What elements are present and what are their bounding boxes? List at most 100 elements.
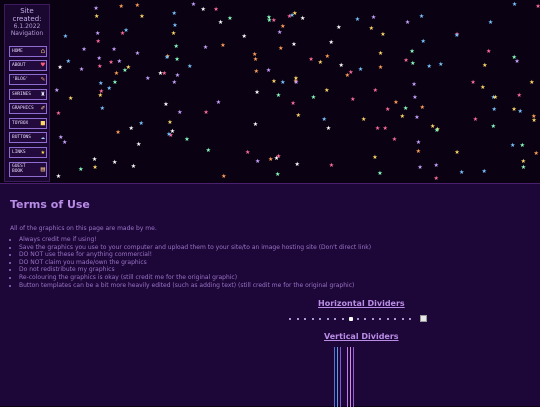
nav-button-blog[interactable]: 'BLOG' ✎ [9, 74, 47, 85]
star-decoration: ★ [492, 94, 498, 102]
nav-button-guestbook[interactable]: GUEST BOOK ▤ [9, 162, 47, 177]
star-decoration: ★ [399, 113, 405, 121]
divider-dot [319, 318, 321, 320]
star-decoration: ★ [169, 128, 176, 136]
star-decoration: ★ [338, 61, 344, 69]
star-decoration: ★ [170, 30, 177, 38]
nav-button-label: 'BLOG' [12, 77, 29, 82]
star-decoration: ★ [268, 156, 274, 164]
star-decoration: ★ [535, 3, 540, 11]
star-decoration: ★ [190, 1, 197, 8]
star-decoration: ★ [517, 108, 523, 116]
star-decoration: ★ [78, 65, 85, 73]
star-decoration: ★ [205, 146, 212, 154]
site-label: Site [20, 7, 34, 15]
nav-button-label: HOME [12, 49, 23, 54]
star-decoration: ★ [295, 112, 301, 120]
star-decoration: ★ [516, 91, 522, 99]
nav-button-label: BUTTONS [12, 135, 31, 140]
divider-dot [349, 317, 353, 321]
star-decoration: ★ [472, 116, 479, 124]
star-decoration: ★ [174, 71, 181, 79]
star-decoration: ★ [382, 125, 388, 133]
nav-button-about[interactable]: ABOUT ♥ [9, 60, 47, 71]
star-decoration: ★ [98, 88, 105, 96]
star-decoration: ★ [145, 74, 151, 82]
nav-button-label: TOYBOX [12, 121, 29, 126]
house-icon: ⌂ [40, 47, 45, 55]
nav-button-label: ABOUT [12, 63, 26, 68]
star-decoration: ★ [380, 30, 386, 38]
rule-item: Do not redistribute my graphics [19, 266, 371, 274]
nav-button-shrines[interactable]: SHRINES ♜ [9, 89, 47, 100]
star-decoration: ★ [184, 135, 190, 143]
star-decoration: ★ [245, 149, 251, 156]
star-decoration: ★ [54, 86, 60, 94]
star-decoration: ★ [368, 24, 375, 32]
broken-image-icon [420, 315, 427, 322]
pencil-icon: ✎ [40, 75, 45, 83]
nav-button-graphics[interactable]: GRAPHICS ✐ [9, 103, 47, 114]
nav-button-buttons[interactable]: BUTTONS ☁ [9, 132, 47, 143]
starfield-banner: ★ ★ ★ ★ ★ ★ ★ ★ ★ ★ ★ ★ ★ ★ ★ ★ ★ ★ ★ ★ ★ ★ ★ ★ ★ ★ ★ ★ ★ ★ ★ ★ ★ ★ ★ ★ ★ ★ ★ ★… [0, 0, 540, 183]
star-decoration: ★ [130, 162, 137, 170]
star-decoration: ★ [161, 69, 167, 77]
star-decoration: ★ [410, 60, 416, 68]
star-decoration: ★ [112, 79, 118, 87]
star-decoration: ★ [529, 79, 535, 87]
star-decoration: ★ [174, 55, 180, 63]
star-decoration: ★ [370, 14, 377, 22]
horizontal-dividers-heading[interactable]: Horizontal Dividers [318, 299, 405, 308]
nav-button-toybox[interactable]: TOYBOX ■ [9, 118, 47, 129]
divider-dot [364, 318, 366, 320]
star-decoration: ★ [290, 99, 296, 107]
star-decoration: ★ [433, 175, 439, 183]
vertical-divider-line [353, 347, 354, 407]
divider-dot [326, 318, 329, 320]
star-decoration: ★ [328, 38, 334, 46]
vertical-divider-line [350, 347, 351, 407]
star-decoration: ★ [92, 164, 98, 172]
star-decoration: ★ [113, 69, 120, 77]
star-decoration: ★ [454, 32, 460, 40]
star-decoration: ★ [55, 173, 62, 181]
star-decoration: ★ [123, 26, 129, 34]
star-decoration: ★ [357, 66, 364, 74]
star-decoration: ★ [415, 138, 422, 146]
star-decoration: ★ [402, 104, 409, 112]
star-decoration: ★ [252, 55, 259, 63]
star-decoration: ★ [377, 63, 384, 71]
star-decoration: ★ [531, 116, 537, 124]
star-decoration: ★ [81, 46, 87, 54]
star-decoration: ★ [520, 158, 527, 166]
star-decoration: ★ [411, 81, 417, 89]
nav-button-links[interactable]: LINKS ★ [9, 147, 47, 158]
star-decoration: ★ [377, 170, 383, 178]
star-decoration: ★ [108, 58, 114, 66]
nav-button-label: SHRINES [12, 92, 31, 97]
star-decoration: ★ [271, 78, 277, 86]
vertical-divider-line [340, 347, 341, 407]
star-decoration: ★ [62, 33, 69, 41]
star-decoration: ★ [491, 106, 497, 114]
star-decoration: ★ [325, 125, 332, 133]
horizontal-divider-graphic [289, 316, 419, 322]
star-decoration: ★ [372, 87, 378, 95]
star-decoration: ★ [324, 52, 330, 60]
vertical-divider-line [334, 347, 335, 407]
star-decoration: ★ [203, 109, 209, 117]
star-decoration: ★ [118, 3, 124, 11]
vertical-dividers-heading[interactable]: Vertical Dividers [324, 332, 399, 341]
star-decoration: ★ [520, 164, 527, 172]
star-decoration: ★ [252, 120, 259, 128]
star-decoration: ★ [57, 64, 63, 72]
divider-dot [296, 318, 299, 320]
star-decoration: ★ [418, 12, 425, 20]
star-decoration: ★ [336, 24, 342, 32]
star-decoration: ★ [419, 103, 426, 111]
nav-button-home[interactable]: HOME ⌂ [9, 46, 47, 57]
star-decoration: ★ [164, 54, 170, 62]
star-decoration: ★ [372, 154, 378, 162]
divider-dot [356, 318, 359, 320]
star-decoration: ★ [470, 78, 476, 86]
